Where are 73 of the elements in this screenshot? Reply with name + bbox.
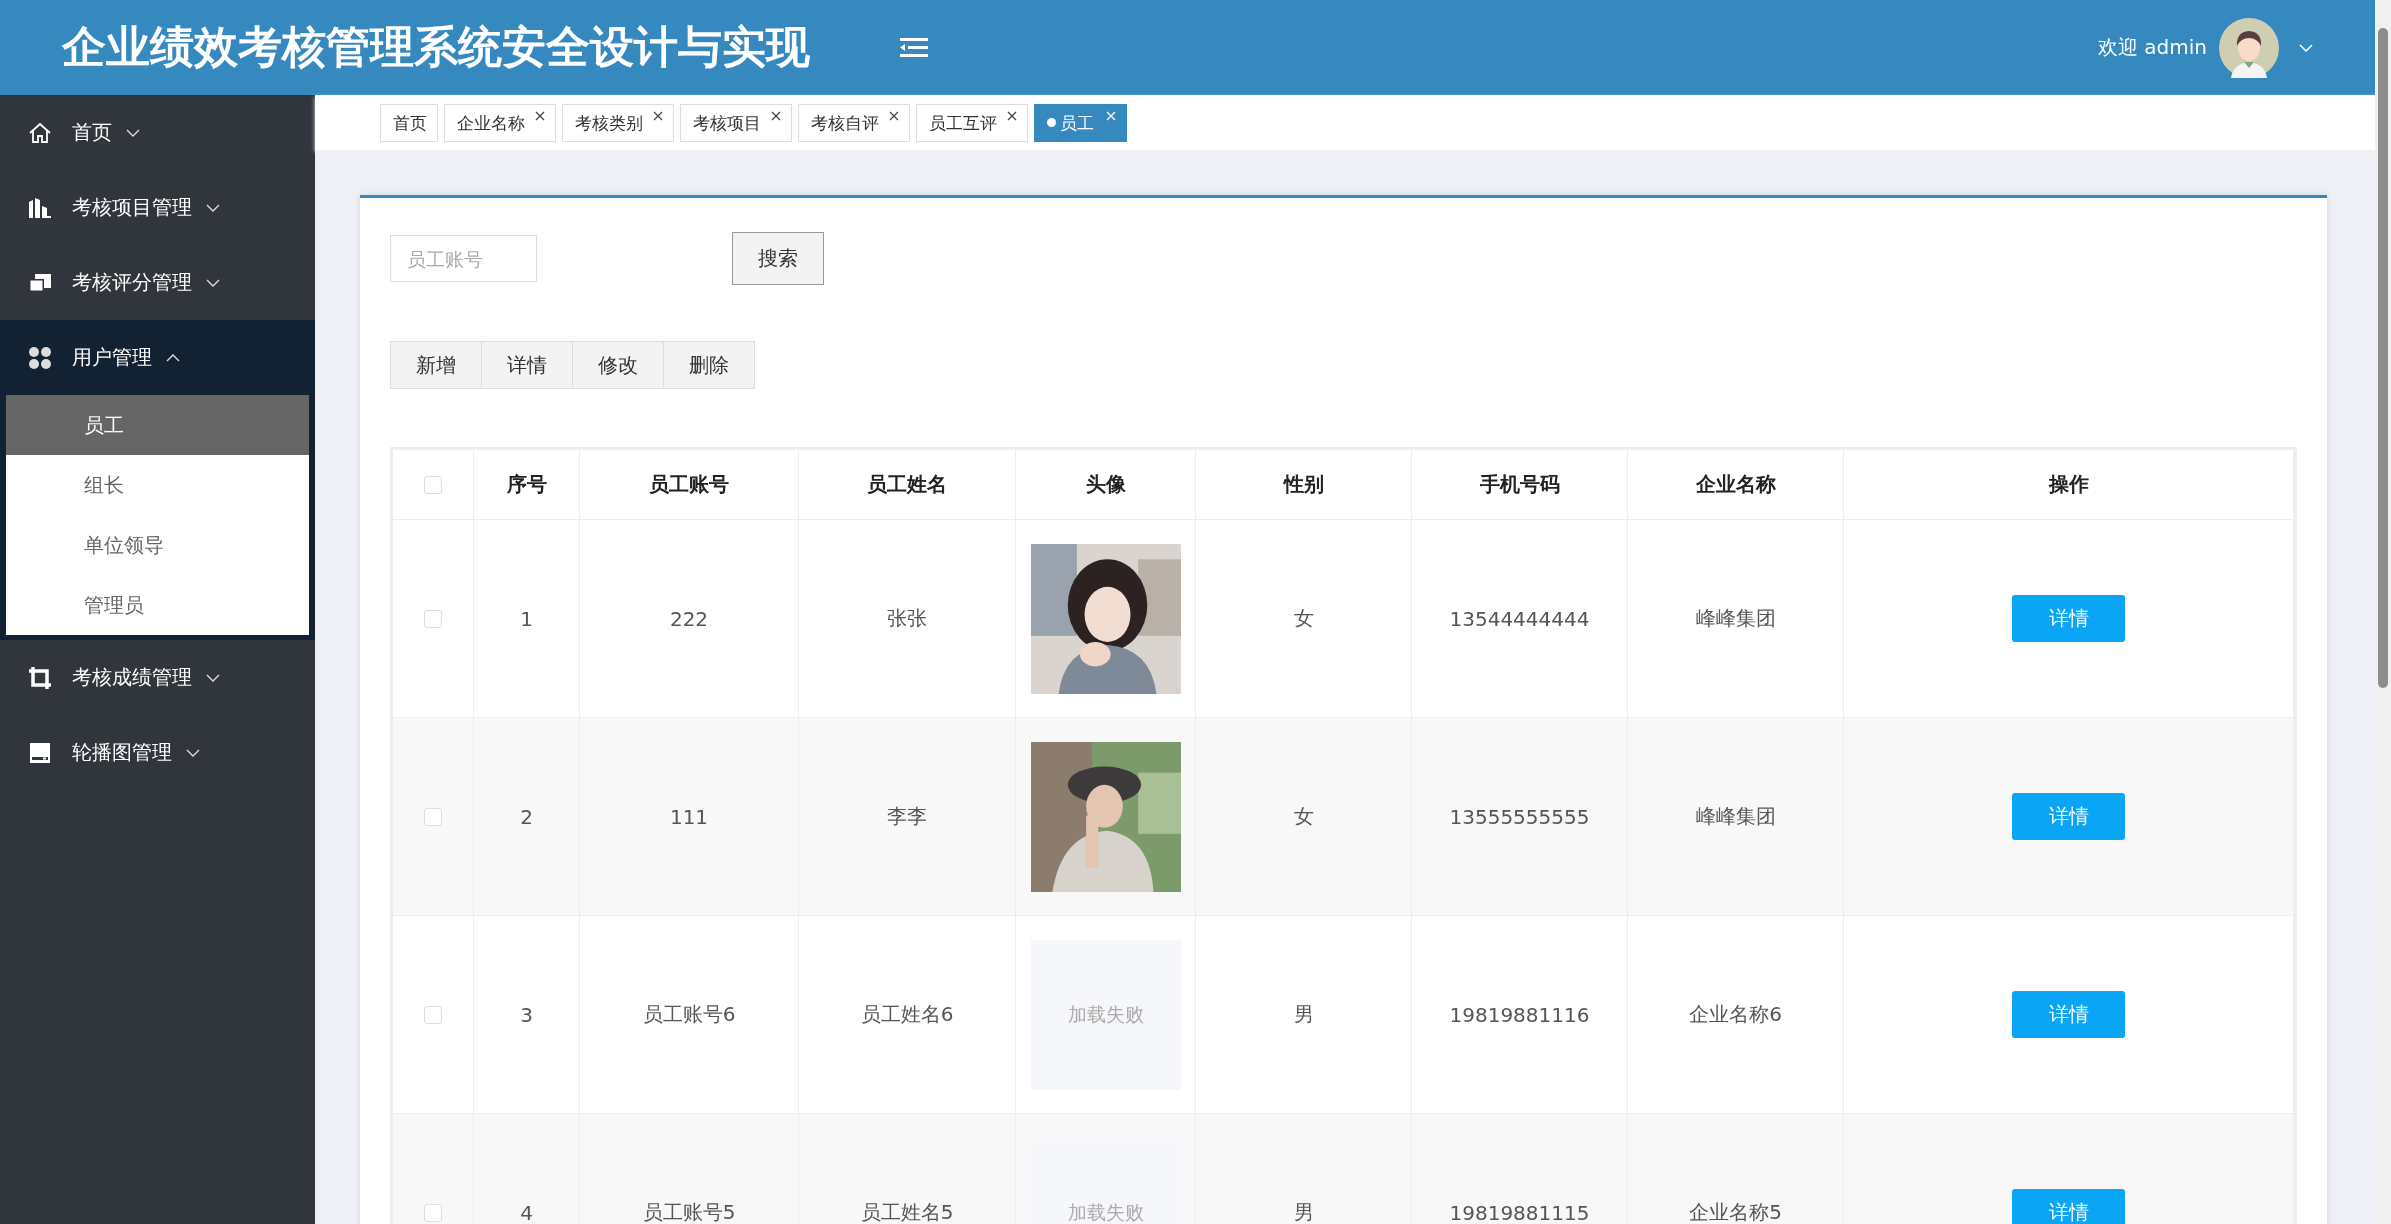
sidebar-item[interactable]: 考核项目管理 [0, 170, 315, 245]
user-avatar-icon[interactable] [2219, 17, 2279, 78]
tab[interactable]: 员工 [1034, 103, 1127, 142]
crop-icon [28, 665, 52, 690]
building-icon [28, 195, 52, 220]
submenu-item[interactable]: 管理员 [6, 575, 309, 635]
submenu-item[interactable]: 员工 [6, 395, 309, 455]
caret-icon[interactable] [2299, 43, 2313, 52]
table-cell: 111 [580, 718, 799, 916]
caret-icon [166, 353, 180, 362]
search-field[interactable]: 员工账号 [390, 235, 537, 282]
app-title: 企业绩效考核管理系统安全设计与实现 [62, 20, 810, 74]
caret-icon [186, 748, 200, 757]
column-header: 操作 [1844, 450, 2294, 520]
load-failed-text: 加载失败 [1067, 1199, 1144, 1224]
table-cell: 企业名称5 [1628, 1114, 1844, 1224]
dot-icon [1047, 118, 1056, 127]
card-icon [28, 740, 52, 765]
sidebar-item[interactable]: 考核成绩管理 [0, 640, 315, 715]
close-icon[interactable] [1007, 110, 1017, 121]
table-cell: 男 [1196, 1114, 1412, 1224]
sidebar-item[interactable]: 考核评分管理 [0, 245, 315, 320]
submenu-item[interactable]: 单位领导 [6, 515, 309, 575]
caret-icon [206, 203, 220, 212]
checkbox[interactable] [424, 609, 442, 628]
table-cell: 峰峰集团 [1628, 718, 1844, 916]
column-header: 头像 [1016, 450, 1196, 520]
column-header: 员工姓名 [799, 450, 1016, 520]
table-cell: 19819881115 [1412, 1114, 1628, 1224]
grid-icon [28, 345, 52, 370]
column-header: 性别 [1196, 450, 1412, 520]
tab[interactable]: 考核项目 [680, 103, 792, 142]
home-icon [28, 120, 52, 145]
table-cell: 2 [474, 718, 580, 916]
tab[interactable]: 企业名称 [444, 103, 556, 142]
column-header: 员工账号 [580, 450, 799, 520]
close-icon[interactable] [771, 110, 781, 121]
scrollbar[interactable] [2375, 0, 2391, 1224]
caret-icon [206, 673, 220, 682]
close-icon[interactable] [889, 110, 899, 121]
table-cell: 女 [1196, 718, 1412, 916]
menu-icon[interactable] [900, 36, 928, 59]
table-cell: 13555555555 [1412, 718, 1628, 916]
tab[interactable]: 考核自评 [798, 103, 910, 142]
tab[interactable]: 首页 [380, 103, 438, 142]
checkbox[interactable] [424, 807, 442, 826]
caret-icon [206, 278, 220, 287]
column-header: 序号 [474, 450, 580, 520]
caret-icon [126, 128, 140, 137]
action-button[interactable]: 新增 [390, 341, 482, 389]
checkbox[interactable] [424, 475, 442, 494]
welcome-text: 欢迎 admin [2097, 34, 2207, 61]
load-failed-text: 加载失败 [1067, 1001, 1144, 1027]
tab[interactable]: 员工互评 [916, 103, 1028, 142]
sidebar-item[interactable]: 用户管理 [0, 320, 315, 395]
search-button[interactable]: 搜索 [732, 232, 824, 285]
table-cell: 员工姓名5 [799, 1114, 1016, 1224]
table-cell: 员工账号5 [580, 1114, 799, 1224]
action-button[interactable]: 修改 [572, 341, 664, 389]
action-button[interactable]: 删除 [663, 341, 755, 389]
checkbox[interactable] [424, 1005, 442, 1024]
tab[interactable]: 考核类别 [562, 103, 674, 142]
sidebar-item[interactable]: 首页 [0, 95, 315, 170]
action-button[interactable]: 详情 [481, 341, 573, 389]
table-cell: 李李 [799, 718, 1016, 916]
close-icon[interactable] [653, 110, 663, 121]
checkbox[interactable] [424, 1203, 442, 1222]
column-header: 企业名称 [1628, 450, 1844, 520]
column-header: 手机号码 [1412, 450, 1628, 520]
close-icon[interactable] [535, 110, 545, 121]
submenu-item[interactable]: 组长 [6, 455, 309, 515]
sidebar-item[interactable]: 轮播图管理 [0, 715, 315, 790]
table-cell: 4 [474, 1114, 580, 1224]
